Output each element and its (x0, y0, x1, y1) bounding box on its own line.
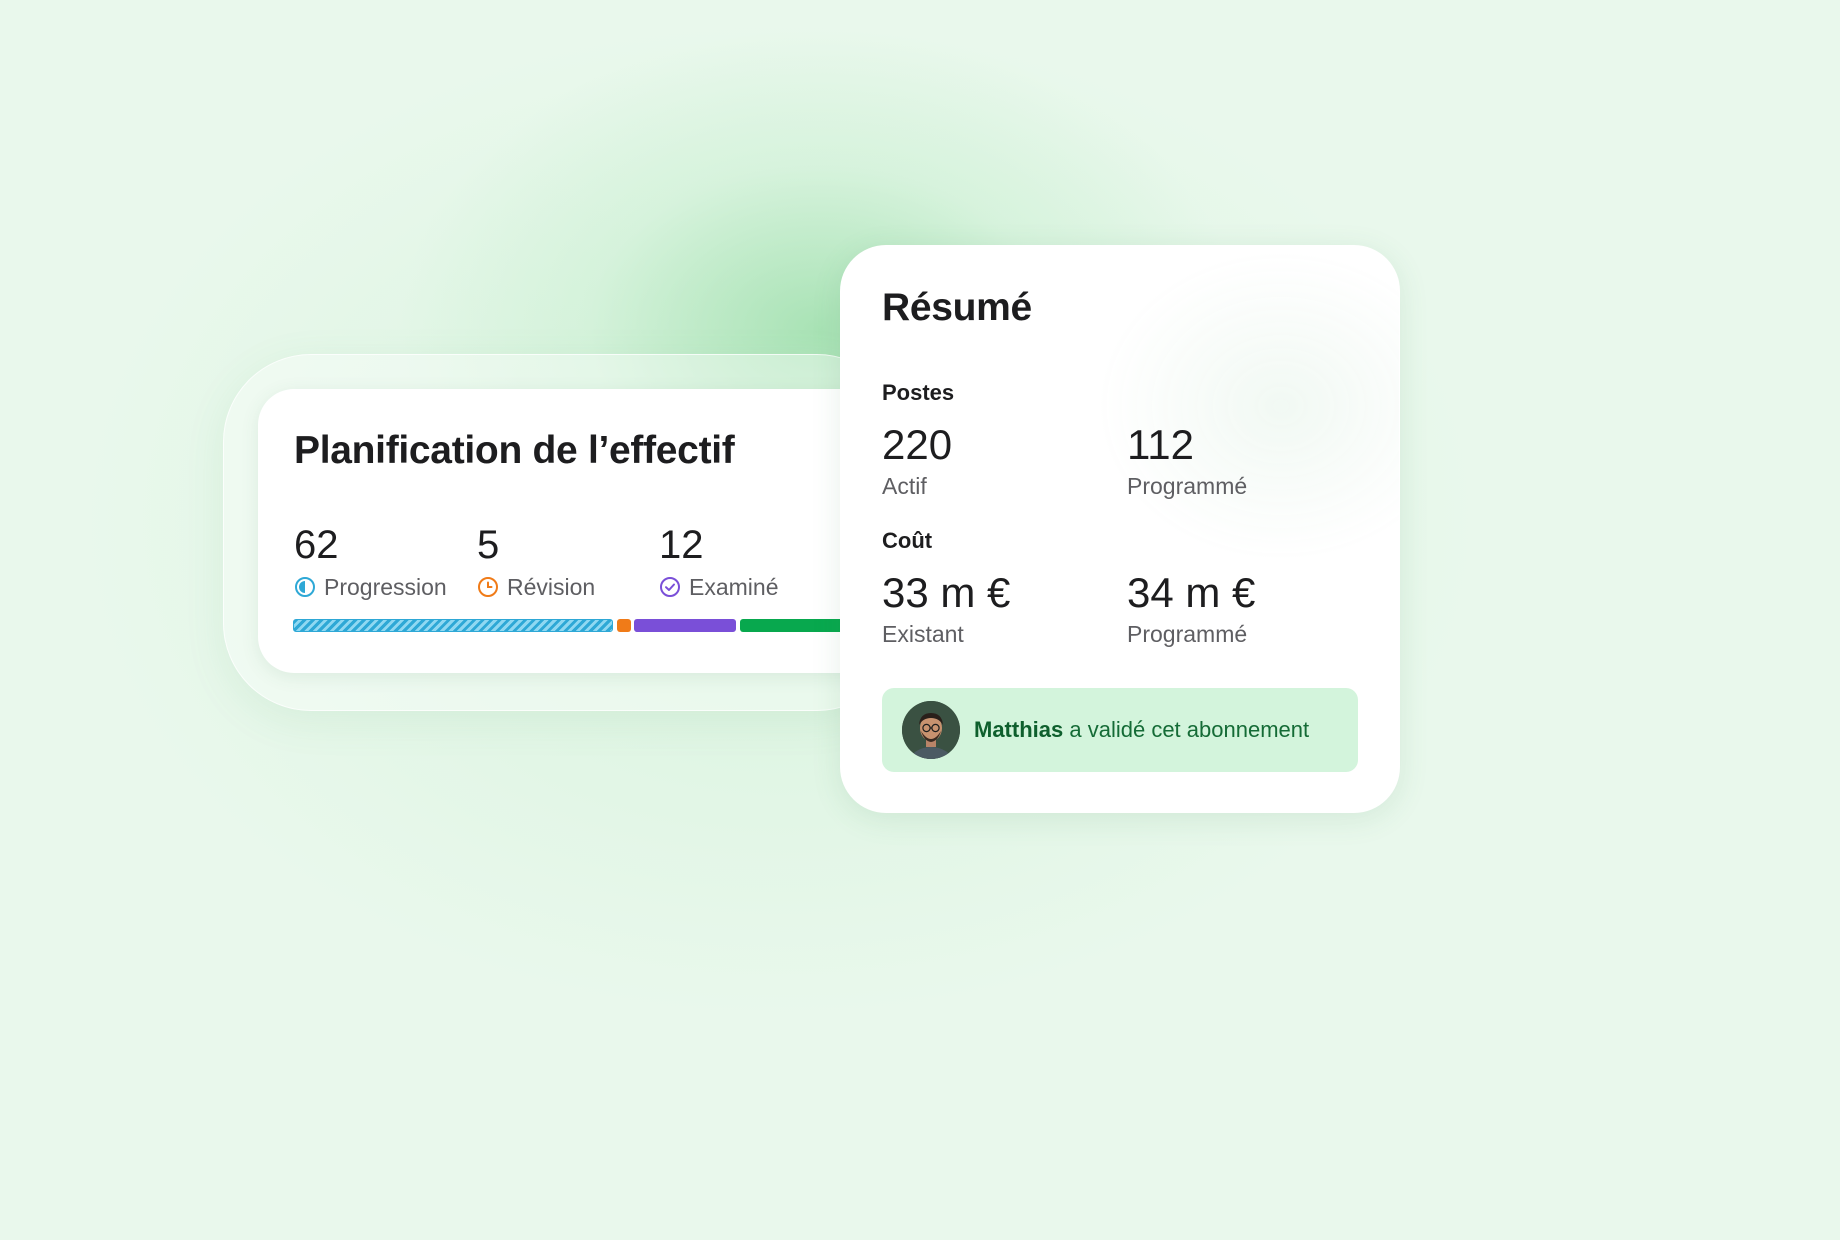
check-circle-icon (660, 577, 680, 597)
kpi-scheduled-cost-value: 34 m € (1127, 569, 1256, 616)
summary-card[interactable]: Résumé Postes 220 Actif 112 Programmé Co… (840, 245, 1400, 813)
kpi-active-value: 220 (882, 421, 953, 468)
approval-message: Matthias a validé cet abonnement (974, 717, 1309, 743)
stat-progression-value: 62 (294, 523, 339, 567)
cost-section-label: Coût (882, 528, 933, 553)
kpi-existing-cost: 33 m € Existant (882, 568, 1010, 648)
stat-examined-value: 12 (659, 523, 704, 567)
kpi-active-label: Actif (882, 473, 927, 499)
summary-title: Résumé (882, 286, 1032, 329)
kpi-scheduled-positions: 112 Programmé (1127, 420, 1247, 500)
progress-bar-segment (293, 619, 613, 632)
kpi-existing-cost-label: Existant (882, 621, 964, 647)
revision-bar-segment (617, 619, 631, 632)
approval-banner: Matthias a validé cet abonnement (882, 688, 1358, 772)
kpi-scheduled-positions-value: 112 (1127, 421, 1194, 468)
kpi-existing-cost-value: 33 m € (882, 569, 1011, 616)
approval-text: a validé cet abonnement (1069, 717, 1310, 742)
stat-examined: 12 Examiné (659, 521, 778, 601)
stat-progression: 62 Progression (294, 521, 447, 601)
positions-section-label: Postes (882, 380, 955, 405)
user-avatar[interactable] (902, 701, 960, 759)
workforce-planning-card[interactable]: Planification de l’effectif 62 Progressi… (258, 389, 898, 673)
clock-icon (478, 577, 498, 597)
stat-examined-label: Examiné (689, 574, 779, 600)
kpi-scheduled-positions-label: Programmé (1127, 473, 1248, 499)
stat-revision-label-row: Révision (477, 573, 595, 601)
kpi-scheduled-cost-label: Programmé (1127, 621, 1248, 647)
stat-examined-label-row: Examiné (659, 573, 778, 601)
stat-revision: 5 Révision (477, 521, 595, 601)
stat-revision-label: Révision (507, 574, 596, 600)
approver-name: Matthias (974, 717, 1064, 742)
person-icon (902, 701, 960, 759)
half-circle-icon (295, 577, 315, 597)
stat-revision-value: 5 (477, 523, 500, 567)
examined-bar-segment (634, 619, 736, 632)
kpi-scheduled-cost: 34 m € Programmé (1127, 568, 1255, 648)
kpi-active-positions: 220 Actif (882, 420, 952, 500)
workforce-title: Planification de l’effectif (294, 429, 735, 472)
stat-progression-label: Progression (324, 574, 447, 600)
stat-progression-label-row: Progression (294, 573, 447, 601)
